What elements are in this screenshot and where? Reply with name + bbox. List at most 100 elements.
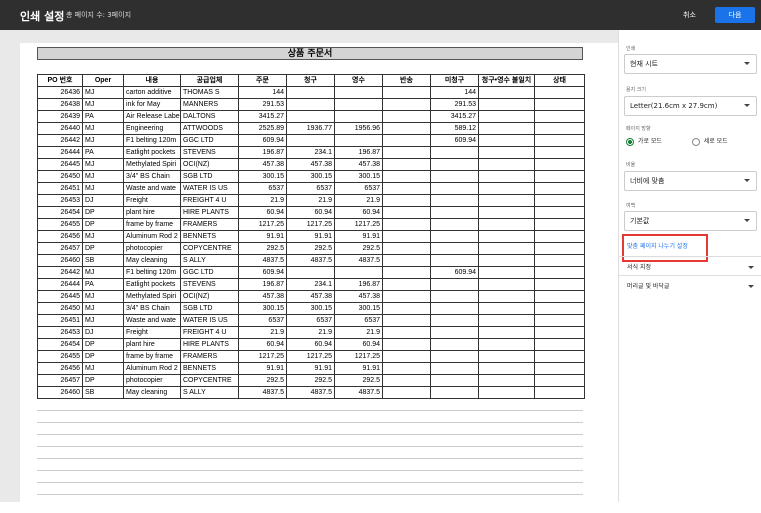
table-cell: Aluminum Rod 2 (123, 362, 181, 375)
table-cell: ATTWOODS (180, 122, 239, 135)
paper-label: 용지 크기 (626, 87, 646, 93)
table-cell: 26460 (37, 254, 83, 267)
table-row: 26454 DP plant hire HIRE PLANTS 60.94 60.94 60… (37, 338, 585, 351)
table-cell (478, 326, 535, 339)
table-cell (478, 158, 535, 171)
column-header: 주문 (238, 74, 287, 87)
table-cell (430, 170, 479, 183)
table-cell (534, 98, 585, 111)
table-cell: Aluminum Rod 2 (123, 230, 181, 243)
table-cell: MJ (82, 122, 124, 135)
table-cell (382, 326, 431, 339)
table-cell: 26442 (37, 266, 83, 279)
table-cell: 589.12 (430, 122, 479, 135)
table-cell: 1956.96 (334, 122, 383, 135)
table-cell: MANNERS (180, 98, 239, 111)
top-bar: 인쇄 설정 총 페이지 수: 3페이지 취소 다음 (0, 0, 761, 30)
table-cell (478, 134, 535, 147)
table-cell: 609.94 (430, 134, 479, 147)
table-cell: ink for May (123, 98, 181, 111)
scale-label: 비율 (626, 162, 636, 168)
table-cell: S ALLY (180, 254, 239, 267)
table-cell: 26450 (37, 170, 83, 183)
table-cell: 26454 (37, 338, 83, 351)
table-cell: 4837.5 (286, 386, 335, 399)
table-cell (334, 86, 383, 99)
table-row: 26454 DP plant hire HIRE PLANTS 60.94 60.94 60… (37, 206, 585, 219)
table-cell (478, 314, 535, 327)
table-cell: MJ (82, 230, 124, 243)
table-row: 26442 MJ F1 belting 120m GGC LTD 609.94 609.9… (37, 266, 585, 279)
table-cell: 300.15 (334, 302, 383, 315)
paper-select[interactable]: Letter(21.6cm x 27.9cm) (624, 96, 757, 116)
table-cell: 144 (238, 86, 287, 99)
print-select[interactable]: 현재 시트 (624, 54, 757, 74)
table-cell (430, 242, 479, 255)
table-cell: OCI(NZ) (180, 158, 239, 171)
table-row: 26445 MJ Methylated Spiri OCI(NZ) 457.38 457.… (37, 290, 585, 303)
table-row: 26455 DP frame by frame FRAMERS 1217.25 1217.… (37, 350, 585, 363)
table-cell: MJ (82, 290, 124, 303)
table-cell: 457.38 (238, 158, 287, 171)
table-row: 26460 SB May cleaning S ALLY 4837.5 4837.5 483… (37, 386, 585, 399)
table-cell: 60.94 (334, 206, 383, 219)
empty-rows (37, 399, 583, 495)
custom-page-breaks-link[interactable]: 맞춤 페이지 나누기 설정 (627, 241, 688, 250)
landscape-radio[interactable] (626, 137, 634, 146)
table-cell (478, 110, 535, 123)
table-cell (382, 182, 431, 195)
table-cell: 6537 (334, 314, 383, 327)
scale-select[interactable]: 너비에 맞춤 (624, 171, 757, 191)
header-footer-section[interactable]: 머리글 및 바닥글 (619, 275, 761, 297)
column-header: 상태 (534, 74, 585, 87)
caret-down-icon (744, 62, 750, 65)
table-cell: 609.94 (430, 266, 479, 279)
table-cell: 292.5 (334, 242, 383, 255)
table-cell (430, 146, 479, 159)
column-header: Oper (82, 74, 124, 87)
next-button[interactable]: 다음 (715, 7, 755, 23)
table-cell: MJ (82, 266, 124, 279)
table-cell: MJ (82, 158, 124, 171)
table-row: 26450 MJ 3/4" BS Chain SGB LTD 300.15 300.15 3… (37, 170, 585, 183)
table-cell: 6537 (238, 314, 287, 327)
table-cell (478, 290, 535, 303)
table-cell (478, 350, 535, 363)
column-header: 반송 (382, 74, 431, 87)
table-cell: 1217.25 (238, 218, 287, 231)
table-cell: DJ (82, 326, 124, 339)
table-cell (534, 110, 585, 123)
table-cell (534, 182, 585, 195)
table-cell: 26436 (37, 86, 83, 99)
table-cell: 6537 (286, 314, 335, 327)
sheet-title: 상품 주문서 (37, 47, 583, 60)
portrait-radio[interactable] (691, 137, 700, 146)
margin-select[interactable]: 기본값 (624, 211, 757, 231)
table-cell (478, 218, 535, 231)
table-cell (478, 122, 535, 135)
table-cell (430, 206, 479, 219)
table-cell: 26445 (37, 290, 83, 303)
table-cell: 91.91 (238, 362, 287, 375)
caret-down-icon (744, 179, 750, 182)
table-cell (430, 302, 479, 315)
table-cell: 26439 (37, 110, 83, 123)
table-cell (534, 194, 585, 207)
table-cell: 21.9 (334, 194, 383, 207)
cancel-button[interactable]: 취소 (683, 10, 696, 20)
table-cell: 26444 (37, 146, 83, 159)
table-row: 26444 PA Eatlight pockets STEVENS 196.87 234.… (37, 146, 585, 159)
table-cell: 26455 (37, 350, 83, 363)
table-cell: THOMAS S (180, 86, 239, 99)
table-cell: STEVENS (180, 278, 239, 291)
table-cell (382, 242, 431, 255)
margin-value: 기본값 (630, 217, 650, 225)
table-cell: 21.9 (286, 326, 335, 339)
table-cell (534, 302, 585, 315)
table-cell (382, 158, 431, 171)
table-cell (534, 350, 585, 363)
table-cell (430, 314, 479, 327)
print-value: 현재 시트 (630, 60, 658, 68)
table-cell (382, 206, 431, 219)
table-cell: 91.91 (334, 362, 383, 375)
